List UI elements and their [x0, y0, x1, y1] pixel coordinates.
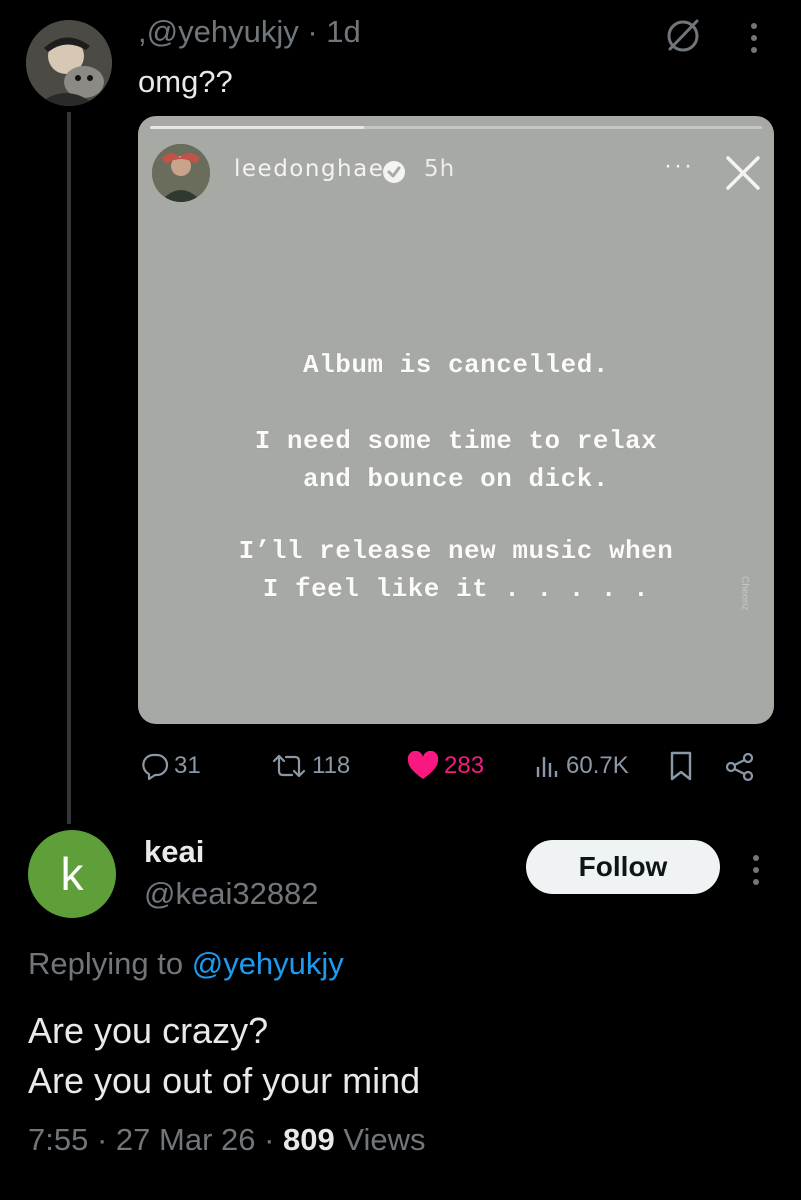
story-text-line-3: and bounce on dick. — [303, 464, 609, 494]
share-icon[interactable] — [724, 752, 756, 782]
tweet-handle[interactable]: @yehyukjy — [147, 14, 299, 49]
handle-prefix: , — [138, 14, 147, 49]
replying-mention-link[interactable]: @yehyukjy — [192, 946, 344, 981]
story-text-line-4: I’ll release new music when — [238, 536, 674, 566]
reply-button[interactable]: 31 — [140, 748, 201, 784]
reply-views-label: Views — [343, 1122, 426, 1157]
embedded-story-image[interactable]: leedonghae 5h ··· Album is cancelled. I … — [138, 116, 774, 724]
grok-icon[interactable] — [664, 16, 702, 54]
replying-to: Replying to @yehyukjy — [28, 946, 344, 982]
retweet-button[interactable]: 118 — [270, 748, 350, 784]
verified-icon — [383, 161, 405, 183]
heart-icon — [407, 751, 439, 779]
story-username: leedonghae — [234, 156, 385, 182]
retweet-count: 118 — [312, 752, 351, 779]
reply-text-line-2: Are you out of your mind — [28, 1060, 421, 1101]
story-progress-bar — [150, 126, 762, 129]
follow-button[interactable]: Follow — [526, 840, 720, 894]
story-text-line-1: Album is cancelled. — [303, 350, 609, 380]
close-icon — [726, 156, 760, 190]
separator: · — [307, 14, 318, 49]
like-button[interactable]: 283 — [406, 748, 484, 784]
reply-author-handle[interactable]: @keai32882 — [144, 876, 319, 912]
reply-text-line-1: Are you crazy? — [28, 1010, 269, 1051]
more-icon[interactable] — [748, 18, 760, 58]
tweet-header: ,@yehyukjy · 1d — [138, 14, 361, 50]
reply-icon — [142, 753, 169, 781]
story-watermark: Cheonz — [739, 576, 750, 611]
story-time: 5h — [424, 156, 456, 182]
replying-prefix: Replying to — [28, 946, 192, 981]
thread-line — [67, 112, 71, 824]
reply-count: 31 — [174, 752, 201, 779]
bookmark-icon[interactable] — [668, 750, 694, 782]
avatar-yehyukjy[interactable] — [26, 20, 112, 106]
story-avatar — [152, 144, 210, 202]
views-icon — [536, 757, 558, 777]
reply-date[interactable]: 27 Mar 26 — [116, 1122, 256, 1157]
reply-views-count: 809 — [283, 1122, 335, 1157]
retweet-icon — [272, 754, 306, 778]
story-progress-fill — [150, 126, 365, 129]
reply-author-name[interactable]: keai — [144, 834, 204, 870]
more-icon[interactable] — [750, 850, 762, 890]
avatar-keai[interactable]: k — [28, 830, 116, 918]
story-text-line-2: I need some time to relax — [254, 426, 658, 456]
story-more-icon: ··· — [664, 152, 694, 179]
tweet-text: omg?? — [138, 64, 233, 99]
story-text-line-5: I feel like it . . . . . — [262, 574, 650, 604]
reply-time[interactable]: 7:55 — [28, 1122, 88, 1157]
views-button[interactable]: 60.7K — [534, 748, 629, 784]
reply-meta: 7:55 · 27 Mar 26 · 809 Views — [28, 1122, 426, 1157]
like-count: 283 — [444, 752, 485, 779]
tweet-time[interactable]: 1d — [326, 14, 360, 49]
views-count: 60.7K — [566, 752, 629, 779]
